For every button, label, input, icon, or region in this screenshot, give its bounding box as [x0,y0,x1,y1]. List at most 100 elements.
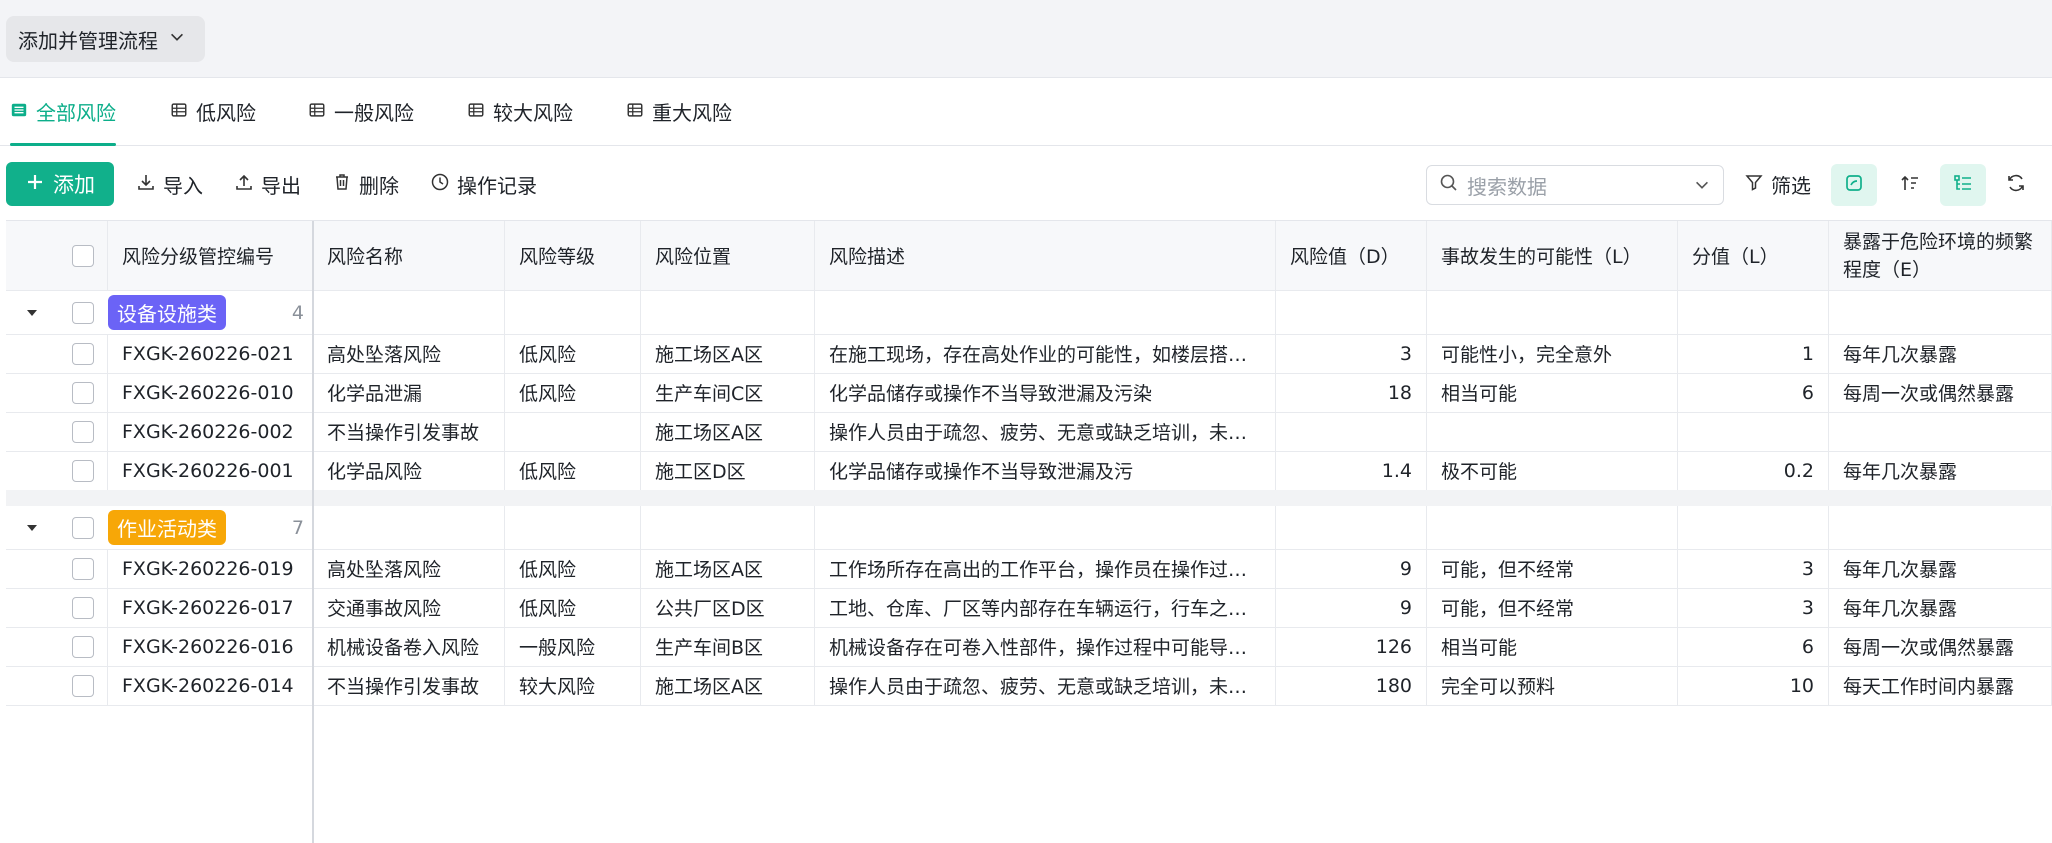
cell-likelihood[interactable]: 相当可能 [1427,373,1678,412]
cell-name[interactable]: 机械设备卷入风险 [313,627,505,666]
cell-code[interactable]: FXGK-260226-002 [108,412,313,451]
cell-risk-value[interactable]: 1.4 [1276,451,1427,490]
cell-likelihood[interactable] [1427,412,1678,451]
cell-risk-value[interactable] [1276,412,1427,451]
cell-risk-value[interactable]: 126 [1276,627,1427,666]
cell-description[interactable]: 机械设备存在可卷入性部件，操作过程中可能导致人员卷入 [815,627,1276,666]
cell-risk-value[interactable]: 18 [1276,373,1427,412]
cell-likelihood[interactable]: 可能，但不经常 [1427,549,1678,588]
row-checkbox-cell[interactable] [58,451,108,490]
cell-risk-value[interactable]: 180 [1276,666,1427,705]
group-button[interactable] [1940,164,1986,206]
row-checkbox[interactable] [71,342,94,365]
cell-score[interactable] [1678,412,1829,451]
select-all-checkbox[interactable] [71,244,94,267]
cell-location[interactable]: 施工区D区 [641,451,815,490]
row-checkbox[interactable] [71,557,94,580]
collapse-toggle[interactable] [6,506,58,549]
cell-likelihood[interactable]: 极不可能 [1427,451,1678,490]
cell-exposure[interactable]: 每天工作时间内暴露 [1829,666,2052,705]
cell-score[interactable]: 1 [1678,334,1829,373]
cell-code[interactable]: FXGK-260226-010 [108,373,313,412]
cell-description[interactable]: 化学品储存或操作不当导致泄漏及污 [815,451,1276,490]
cell-code[interactable]: FXGK-260226-014 [108,666,313,705]
cell-description[interactable]: 操作人员由于疏忽、疲劳、无意或缺乏培训，未按规程操作 [815,666,1276,705]
row-checkbox[interactable] [71,459,94,482]
cell-level[interactable]: 低风险 [505,588,641,627]
row-checkbox[interactable] [71,420,94,443]
cell-exposure[interactable] [1829,412,2052,451]
column-header-score[interactable]: 分值（L） [1678,221,1829,290]
row-checkbox-cell[interactable] [58,373,108,412]
column-header-location[interactable]: 风险位置 [641,221,815,290]
cell-exposure[interactable]: 每年几次暴露 [1829,588,2052,627]
cell-level[interactable]: 低风险 [505,549,641,588]
cell-risk-value[interactable]: 9 [1276,588,1427,627]
column-header-likelihood[interactable]: 事故发生的可能性（L） [1427,221,1678,290]
cell-name[interactable]: 交通事故风险 [313,588,505,627]
column-header-risk-value[interactable]: 风险值（D） [1276,221,1427,290]
cell-exposure[interactable]: 每周一次或偶然暴露 [1829,373,2052,412]
cell-location[interactable]: 公共厂区D区 [641,588,815,627]
chevron-down-icon[interactable] [1693,176,1711,194]
cell-code[interactable]: FXGK-260226-021 [108,334,313,373]
cell-location[interactable]: 施工场区A区 [641,412,815,451]
search-input[interactable]: 搜索数据 [1426,165,1724,205]
cell-exposure[interactable]: 每年几次暴露 [1829,334,2052,373]
cell-level[interactable]: 一般风险 [505,627,641,666]
column-header-code[interactable]: 风险分级管控编号 [108,221,313,290]
column-header-description[interactable]: 风险描述 [815,221,1276,290]
history-button[interactable]: 操作记录 [430,162,537,206]
row-checkbox-cell[interactable] [58,334,108,373]
cell-name[interactable]: 高处坠落风险 [313,549,505,588]
export-button[interactable]: 导出 [234,162,301,206]
cell-code[interactable]: FXGK-260226-017 [108,588,313,627]
row-checkbox-cell[interactable] [58,588,108,627]
cell-name[interactable]: 化学品风险 [313,451,505,490]
cell-exposure[interactable]: 每年几次暴露 [1829,451,2052,490]
cell-code[interactable]: FXGK-260226-019 [108,549,313,588]
tab-severe-risk[interactable]: 重大风险 [626,78,732,145]
cell-name[interactable]: 不当操作引发事故 [313,666,505,705]
cell-description[interactable]: 工地、仓库、厂区等内部存在车辆运行，行车之间可能发生碰撞 [815,588,1276,627]
column-header-name[interactable]: 风险名称 [313,221,505,290]
cell-score[interactable]: 10 [1678,666,1829,705]
cell-description[interactable]: 化学品储存或操作不当导致泄漏及污染 [815,373,1276,412]
collapse-toggle[interactable] [6,291,58,334]
cell-exposure[interactable]: 每周一次或偶然暴露 [1829,627,2052,666]
row-checkbox[interactable] [71,596,94,619]
cell-level[interactable]: 较大风险 [505,666,641,705]
cell-exposure[interactable]: 每年几次暴露 [1829,549,2052,588]
cell-score[interactable]: 0.2 [1678,451,1829,490]
cell-code[interactable]: FXGK-260226-001 [108,451,313,490]
row-checkbox-cell[interactable] [58,666,108,705]
cell-name[interactable]: 化学品泄漏 [313,373,505,412]
row-checkbox[interactable] [71,381,94,404]
row-checkbox-cell[interactable] [58,627,108,666]
filter-button[interactable]: 筛选 [1744,162,1811,206]
cell-name[interactable]: 高处坠落风险 [313,334,505,373]
row-checkbox[interactable] [71,635,94,658]
cell-code[interactable]: FXGK-260226-016 [108,627,313,666]
row-checkbox[interactable] [71,674,94,697]
column-header-level[interactable]: 风险等级 [505,221,641,290]
cell-score[interactable]: 3 [1678,588,1829,627]
add-button[interactable]: 添加 [6,162,114,206]
select-all-checkbox-cell[interactable] [58,221,108,290]
cell-likelihood[interactable]: 可能性小，完全意外 [1427,334,1678,373]
group-checkbox[interactable] [72,301,94,324]
tab-general-risk[interactable]: 一般风险 [308,78,414,145]
cell-score[interactable]: 6 [1678,373,1829,412]
cell-name[interactable]: 不当操作引发事故 [313,412,505,451]
cell-likelihood[interactable]: 相当可能 [1427,627,1678,666]
cell-risk-value[interactable]: 9 [1276,549,1427,588]
cell-likelihood[interactable]: 完全可以预料 [1427,666,1678,705]
row-checkbox-cell[interactable] [58,412,108,451]
cell-description[interactable]: 在施工现场，存在高处作业的可能性，如楼层搭设、外墙装修等 [815,334,1276,373]
cell-level[interactable]: 低风险 [505,334,641,373]
cell-level[interactable] [505,412,641,451]
cell-location[interactable]: 生产车间B区 [641,627,815,666]
process-menu-button[interactable]: 添加并管理流程 [6,16,205,62]
highlight-button[interactable] [1831,164,1877,206]
cell-level[interactable]: 低风险 [505,373,641,412]
